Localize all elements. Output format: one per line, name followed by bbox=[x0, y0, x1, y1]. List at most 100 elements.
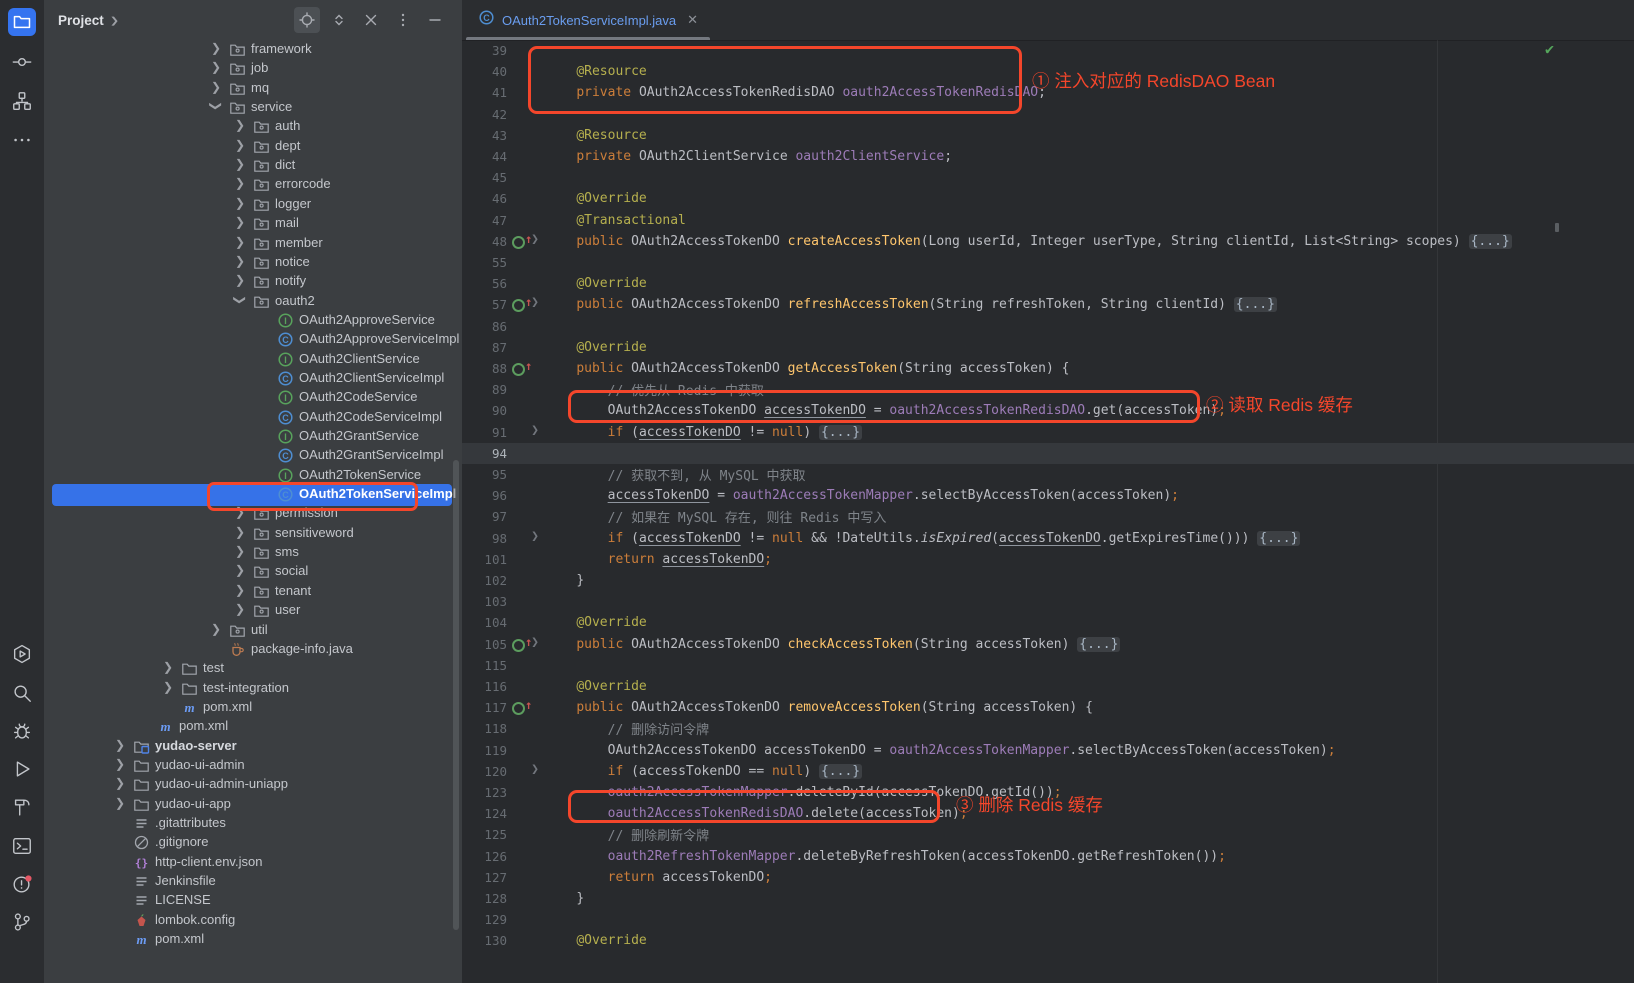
code-line-87[interactable]: 87 @Override bbox=[462, 337, 1634, 358]
folded-code-region[interactable]: {...} bbox=[1077, 637, 1120, 652]
code-line-96[interactable]: 96 accessTokenDO = oauth2AccessTokenMapp… bbox=[462, 485, 1634, 506]
tree-item-dict[interactable]: ❯dict bbox=[44, 156, 462, 176]
code-line-46[interactable]: 46 @Override bbox=[462, 188, 1634, 209]
overrides-icon[interactable] bbox=[512, 299, 525, 312]
chevron-right-icon[interactable]: ❯ bbox=[233, 235, 247, 249]
tree-item-oauth2codeserviceimpl[interactable]: COAuth2CodeServiceImpl bbox=[44, 408, 462, 428]
folded-code-region[interactable]: {...} bbox=[1469, 234, 1512, 249]
code-line-116[interactable]: 116 @Override bbox=[462, 676, 1634, 697]
chevron-down-icon[interactable]: ❯ bbox=[233, 293, 247, 307]
chevron-right-icon[interactable]: ❯ bbox=[113, 738, 127, 752]
chevron-right-icon[interactable]: ❯ bbox=[233, 118, 247, 132]
project-icon[interactable] bbox=[8, 8, 36, 36]
code-line-126[interactable]: 126 oauth2RefreshTokenMapper.deleteByRef… bbox=[462, 846, 1634, 867]
tree-item-user[interactable]: ❯user bbox=[44, 601, 462, 621]
code-line-47[interactable]: 47 @Transactional bbox=[462, 210, 1634, 231]
chevron-right-icon[interactable]: ❯ bbox=[233, 505, 247, 519]
code-line-48[interactable]: 48↑❯ public OAuth2AccessTokenDO createAc… bbox=[462, 231, 1634, 252]
code-line-42[interactable]: 42 bbox=[462, 104, 1634, 125]
chevron-right-icon[interactable]: ❯ bbox=[209, 80, 223, 94]
tree-item-http-client-env-json[interactable]: {}http-client.env.json bbox=[44, 853, 462, 873]
code-line-104[interactable]: 104 @Override bbox=[462, 612, 1634, 633]
tree-item-test-integration[interactable]: ❯test-integration bbox=[44, 679, 462, 699]
tree-item-notify[interactable]: ❯notify bbox=[44, 272, 462, 292]
tree-item-oauth2[interactable]: ❯oauth2 bbox=[44, 292, 462, 312]
chevron-right-icon[interactable]: ❯ bbox=[233, 602, 247, 616]
git-branch-icon[interactable] bbox=[8, 908, 36, 936]
chevron-right-icon[interactable]: ❯ bbox=[233, 273, 247, 287]
tree-item-member[interactable]: ❯member bbox=[44, 234, 462, 254]
fold-icon[interactable]: ❯ bbox=[531, 232, 539, 247]
code-line-57[interactable]: 57↑❯ public OAuth2AccessTokenDO refreshA… bbox=[462, 294, 1634, 315]
chevron-right-icon[interactable]: ❯ bbox=[233, 563, 247, 577]
code-line-39[interactable]: 39 bbox=[462, 40, 1634, 61]
tree-item-sensitiveword[interactable]: ❯sensitiveword bbox=[44, 524, 462, 544]
code-line-105[interactable]: 105↑❯ public OAuth2AccessTokenDO checkAc… bbox=[462, 634, 1634, 655]
tree-item-mail[interactable]: ❯mail bbox=[44, 214, 462, 234]
code-line-129[interactable]: 129 bbox=[462, 909, 1634, 930]
chevron-right-icon[interactable]: ❯ bbox=[233, 176, 247, 190]
tree-item-framework[interactable]: ❯framework bbox=[44, 40, 462, 60]
expand-icon[interactable] bbox=[326, 7, 352, 33]
tree-item-pom-xml[interactable]: mpom.xml bbox=[44, 698, 462, 718]
tree-item-oauth2clientserviceimpl[interactable]: COAuth2ClientServiceImpl bbox=[44, 369, 462, 389]
folded-code-region[interactable]: {...} bbox=[1234, 297, 1277, 312]
chevron-right-icon[interactable]: ❯ bbox=[113, 776, 127, 790]
code-line-125[interactable]: 125 // 删除刷新令牌 bbox=[462, 824, 1634, 845]
code-editor[interactable]: ✔ 3940 @Resource41 private OAuth2AccessT… bbox=[462, 40, 1634, 983]
code-line-128[interactable]: 128 } bbox=[462, 888, 1634, 909]
tree-item-yudao-ui-admin-uniapp[interactable]: ❯yudao-ui-admin-uniapp bbox=[44, 775, 462, 795]
code-line-94[interactable]: 94 bbox=[462, 443, 1634, 464]
fold-icon[interactable]: ❯ bbox=[531, 635, 539, 650]
services-icon[interactable] bbox=[8, 640, 36, 668]
tree-item-errorcode[interactable]: ❯errorcode bbox=[44, 175, 462, 195]
code-line-130[interactable]: 130 @Override bbox=[462, 930, 1634, 951]
tree-item-mq[interactable]: ❯mq bbox=[44, 79, 462, 99]
tree-item-social[interactable]: ❯social bbox=[44, 562, 462, 582]
tree-item-package-info-java[interactable]: package-info.java bbox=[44, 640, 462, 660]
chevron-right-icon[interactable]: ❯ bbox=[233, 544, 247, 558]
code-line-119[interactable]: 119 OAuth2AccessTokenDO accessTokenDO = … bbox=[462, 740, 1634, 761]
tree-item-jenkinsfile[interactable]: Jenkinsfile bbox=[44, 872, 462, 892]
code-line-45[interactable]: 45 bbox=[462, 167, 1634, 188]
commit-icon[interactable] bbox=[8, 48, 36, 76]
tree-item-oauth2approveservice[interactable]: IOAuth2ApproveService bbox=[44, 311, 462, 331]
structure-icon[interactable] bbox=[8, 87, 36, 115]
code-line-101[interactable]: 101 return accessTokenDO; bbox=[462, 549, 1634, 570]
chevron-right-icon[interactable]: ❯ bbox=[233, 138, 247, 152]
code-line-97[interactable]: 97 // 如果在 MySQL 存在, 则往 Redis 中写入 bbox=[462, 506, 1634, 527]
chevron-right-icon[interactable]: ❯ bbox=[233, 525, 247, 539]
code-line-43[interactable]: 43 @Resource bbox=[462, 125, 1634, 146]
tree-item-oauth2grantservice[interactable]: IOAuth2GrantService bbox=[44, 427, 462, 447]
code-line-103[interactable]: 103 bbox=[462, 591, 1634, 612]
chevron-right-icon[interactable]: ❯ bbox=[113, 796, 127, 810]
code-line-88[interactable]: 88↑ public OAuth2AccessTokenDO getAccess… bbox=[462, 358, 1634, 379]
tree-item-pom-xml[interactable]: mpom.xml bbox=[44, 717, 462, 737]
chevron-right-icon[interactable]: ❯ bbox=[233, 215, 247, 229]
tree-item-yudao-server[interactable]: ❯yudao-server bbox=[44, 737, 462, 757]
code-line-86[interactable]: 86 bbox=[462, 316, 1634, 337]
tree-item-dept[interactable]: ❯dept bbox=[44, 137, 462, 157]
options-icon[interactable] bbox=[390, 7, 416, 33]
folded-code-region[interactable]: {...} bbox=[819, 425, 862, 440]
problems-icon[interactable] bbox=[8, 870, 36, 898]
project-panel-title[interactable]: Project bbox=[58, 13, 104, 28]
overrides-icon[interactable] bbox=[512, 702, 525, 715]
tree-item--gitattributes[interactable]: .gitattributes bbox=[44, 814, 462, 834]
code-line-91[interactable]: 91❯ if (accessTokenDO != null) {...} bbox=[462, 422, 1634, 443]
tree-item-oauth2codeservice[interactable]: IOAuth2CodeService bbox=[44, 388, 462, 408]
tree-item-yudao-ui-app[interactable]: ❯yudao-ui-app bbox=[44, 795, 462, 815]
tree-item-logger[interactable]: ❯logger bbox=[44, 195, 462, 215]
code-line-102[interactable]: 102 } bbox=[462, 570, 1634, 591]
run-icon[interactable] bbox=[8, 755, 36, 783]
chevron-right-icon[interactable]: ❯ bbox=[209, 60, 223, 74]
tree-item-util[interactable]: ❯util bbox=[44, 621, 462, 641]
tree-item-pom-xml[interactable]: mpom.xml bbox=[44, 930, 462, 950]
overrides-icon[interactable] bbox=[512, 639, 525, 652]
code-line-115[interactable]: 115 bbox=[462, 655, 1634, 676]
tree-item-job[interactable]: ❯job bbox=[44, 59, 462, 79]
chevron-right-icon[interactable]: ❯ bbox=[113, 757, 127, 771]
editor-tab[interactable]: C OAuth2TokenServiceImpl.java ✕ bbox=[466, 0, 710, 40]
tree-item-auth[interactable]: ❯auth bbox=[44, 117, 462, 137]
project-tree-scrollbar[interactable] bbox=[453, 460, 459, 930]
